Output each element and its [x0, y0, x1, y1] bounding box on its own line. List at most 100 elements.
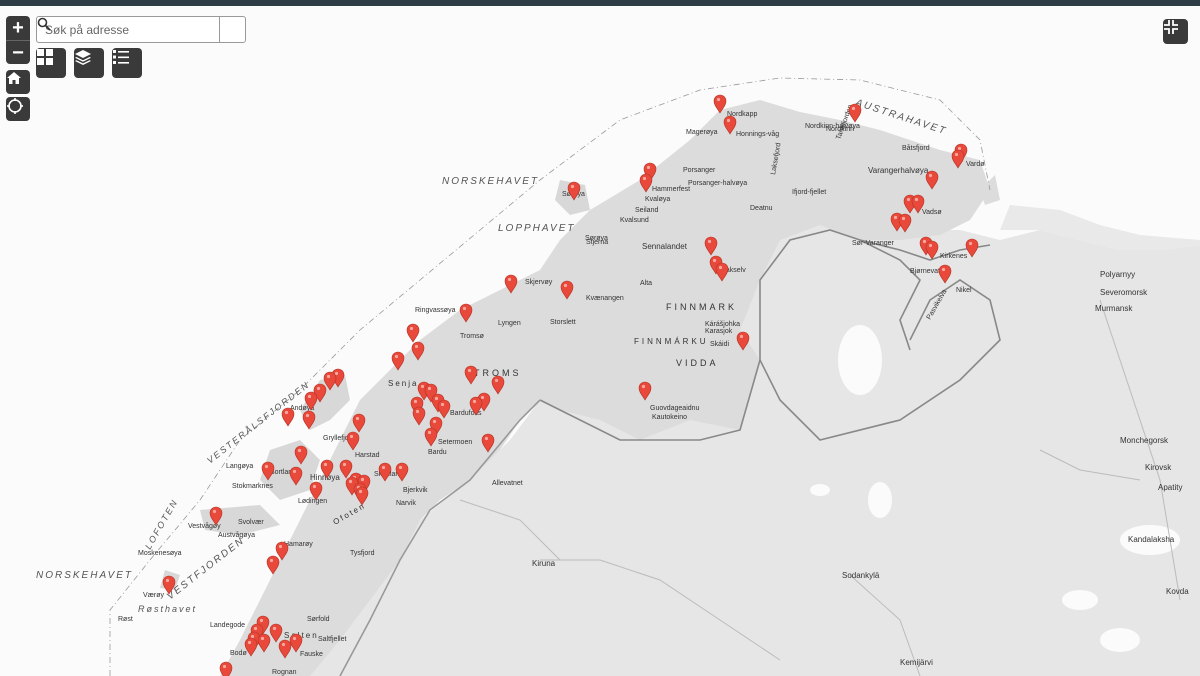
svg-text:Porsanger-halvøya: Porsanger-halvøya [688, 180, 747, 187]
map-marker-highlight [922, 239, 927, 244]
search-button[interactable] [37, 17, 245, 42]
map-marker-highlight [941, 267, 946, 272]
svg-text:Kvænangen: Kvænangen [586, 295, 624, 302]
svg-text:Kovda: Kovda [1166, 587, 1189, 596]
layers-button[interactable] [74, 48, 104, 78]
map-marker-highlight [355, 416, 360, 421]
svg-text:Lødingen: Lødingen [298, 498, 327, 505]
svg-text:Harstad: Harstad [355, 452, 380, 459]
svg-text:Guovdageaidnu: Guovdageaidnu [650, 405, 700, 412]
svg-text:Båtsfjord: Båtsfjord [902, 144, 930, 152]
svg-text:Kiruna: Kiruna [532, 559, 556, 568]
map-marker-highlight [381, 465, 386, 470]
svg-text:Seiland: Seiland [635, 207, 658, 214]
svg-text:Bardu: Bardu [428, 449, 447, 456]
map-marker-highlight [247, 640, 252, 645]
collapse-icon [1164, 20, 1178, 34]
map-marker-highlight [957, 146, 962, 151]
map-marker-highlight [954, 152, 959, 157]
map-marker-highlight [358, 489, 363, 494]
svg-text:Rognan: Rognan [272, 669, 297, 676]
svg-text:Skáidi: Skáidi [710, 341, 730, 348]
locate-icon [7, 98, 23, 114]
svg-text:Kirovsk: Kirovsk [1145, 463, 1172, 472]
svg-text:Ringvassøya: Ringvassøya [415, 307, 456, 314]
sea-label: LOPPHAVET [498, 223, 575, 234]
map-marker-highlight [739, 334, 744, 339]
map-marker-highlight [427, 430, 432, 435]
map-marker-highlight [292, 469, 297, 474]
zoom-control: + − [6, 16, 30, 64]
svg-text:Apatity: Apatity [1158, 483, 1182, 492]
map-marker-highlight [307, 394, 312, 399]
address-search [36, 16, 246, 43]
map-marker-highlight [323, 462, 328, 467]
svg-text:Værøy: Værøy [143, 592, 165, 599]
sea-label: NORSKEHAVET [36, 570, 133, 581]
map-marker-highlight [394, 354, 399, 359]
sea-label: VESTFJORDEN [165, 535, 247, 602]
svg-text:Kvaløya: Kvaløya [645, 196, 670, 203]
svg-text:Røst: Røst [118, 616, 133, 623]
map-marker-highlight [432, 419, 437, 424]
home-button[interactable] [6, 70, 30, 94]
map-view[interactable]: NORSKEHAVET LOPPHAVET NORSKEHAVET AUSTRA… [0, 6, 1200, 676]
svg-text:Storslett: Storslett [550, 319, 576, 326]
map-canvas[interactable]: NORSKEHAVET LOPPHAVET NORSKEHAVET AUSTRA… [0, 6, 1200, 676]
map-marker-highlight [928, 243, 933, 248]
map-marker-highlight [269, 558, 274, 563]
map-marker-highlight [284, 410, 289, 415]
map-marker-highlight [641, 384, 646, 389]
map-marker-highlight [278, 544, 283, 549]
map-marker-highlight [928, 173, 933, 178]
svg-text:Tromsø: Tromsø [460, 333, 485, 340]
list-icon [113, 50, 129, 64]
map-marker-highlight [297, 448, 302, 453]
map-marker-highlight [264, 464, 269, 469]
svg-text:Setermoen: Setermoen [438, 439, 472, 446]
svg-text:Sør-Varanger: Sør-Varanger [852, 240, 895, 247]
map-marker-highlight [281, 642, 286, 647]
map-marker-highlight [716, 97, 721, 102]
map-marker-highlight [427, 386, 432, 391]
map-marker-highlight [342, 462, 347, 467]
svg-text:Stjerna: Stjerna [586, 239, 608, 246]
svg-text:Kandalaksha: Kandalaksha [1128, 535, 1175, 544]
map-marker[interactable] [219, 661, 233, 676]
search-input[interactable] [37, 17, 219, 42]
zoom-out-button[interactable]: − [6, 40, 30, 64]
svg-text:Ifjord-fjellet: Ifjord-fjellet [792, 189, 826, 196]
map-marker-highlight [712, 258, 717, 263]
map-marker-highlight [413, 399, 418, 404]
svg-text:Bjerkvik: Bjerkvik [403, 487, 428, 494]
svg-text:Karasjok: Karasjok [705, 328, 733, 335]
legend-button[interactable] [112, 48, 142, 78]
svg-text:Lyngen: Lyngen [498, 320, 521, 327]
svg-text:Hammerfest: Hammerfest [652, 186, 690, 193]
basemap-gallery-button[interactable] [36, 48, 66, 78]
locate-button[interactable] [6, 97, 30, 121]
map-marker-highlight [851, 106, 856, 111]
sea-label: Røsthavet [138, 604, 197, 614]
svg-text:Hamarøy: Hamarøy [284, 541, 313, 548]
map-marker-highlight [272, 626, 277, 631]
svg-text:Senja: Senja [388, 379, 418, 388]
svg-text:Kautokeino: Kautokeino [652, 414, 687, 421]
map-marker-highlight [707, 239, 712, 244]
svg-text:Moskenesøya: Moskenesøya [138, 550, 182, 557]
svg-text:Nikel: Nikel [956, 287, 972, 294]
svg-text:Deatnu: Deatnu [750, 205, 773, 212]
map-marker[interactable] [848, 103, 862, 123]
map-marker-highlight [398, 465, 403, 470]
map-marker-highlight [484, 436, 489, 441]
map-marker-highlight [305, 413, 310, 418]
map-marker-highlight [914, 197, 919, 202]
sea-label: NORSKEHAVET [442, 176, 539, 187]
map-marker[interactable] [281, 407, 295, 427]
map-marker-highlight [312, 484, 317, 489]
map-marker-highlight [906, 197, 911, 202]
zoom-in-button[interactable]: + [6, 16, 30, 40]
map-marker[interactable] [406, 323, 420, 343]
svg-text:Skjervøy: Skjervøy [525, 279, 553, 286]
collapse-button[interactable] [1163, 19, 1188, 44]
